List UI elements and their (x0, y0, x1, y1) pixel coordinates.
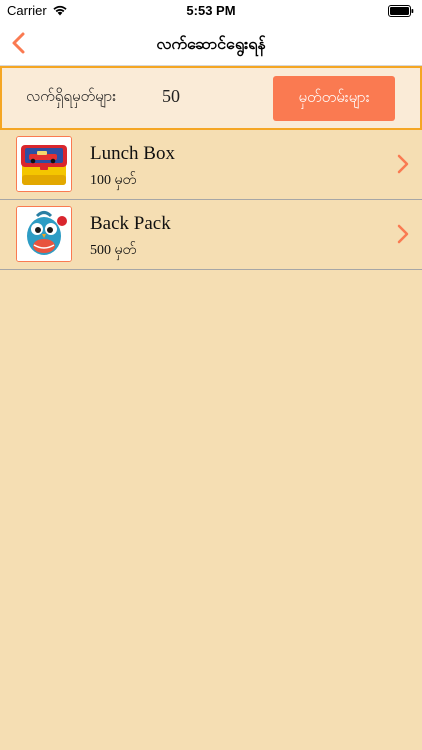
page-title: လက်ဆောင်ရွေးရန် (156, 34, 266, 53)
chevron-left-icon (12, 32, 25, 54)
chevron-right-icon (397, 154, 409, 174)
chevron-right-icon (397, 224, 409, 244)
points-panel: လက်ရှိရမှတ်များ 50 မှတ်တမ်းများ (0, 66, 422, 130)
status-time: 5:53 PM (186, 3, 236, 18)
item-name: Lunch Box (90, 143, 175, 164)
lunch-box-image (16, 136, 72, 192)
battery-icon (388, 5, 414, 17)
points-label: လက်ရှိရမှတ်များ (26, 87, 117, 105)
back-button[interactable] (6, 29, 34, 57)
gift-list: Lunch Box 100 မှတ် Back Pack 500 မှတ် (0, 130, 422, 270)
item-name: Back Pack (90, 213, 171, 234)
history-button[interactable]: မှတ်တမ်းများ (273, 76, 395, 121)
points-value: 50 (162, 86, 180, 106)
navigation-bar: လက်ဆောင်ရွေးရန် (0, 22, 422, 66)
list-item[interactable]: Back Pack 500 မှတ် (0, 200, 422, 270)
item-points: 100 မှတ် (90, 173, 137, 188)
backpack-image (16, 206, 72, 262)
item-points: 500 မှတ် (90, 243, 137, 258)
status-bar: Carrier 5:53 PM (0, 0, 422, 22)
list-item[interactable]: Lunch Box 100 မှတ် (0, 130, 422, 200)
